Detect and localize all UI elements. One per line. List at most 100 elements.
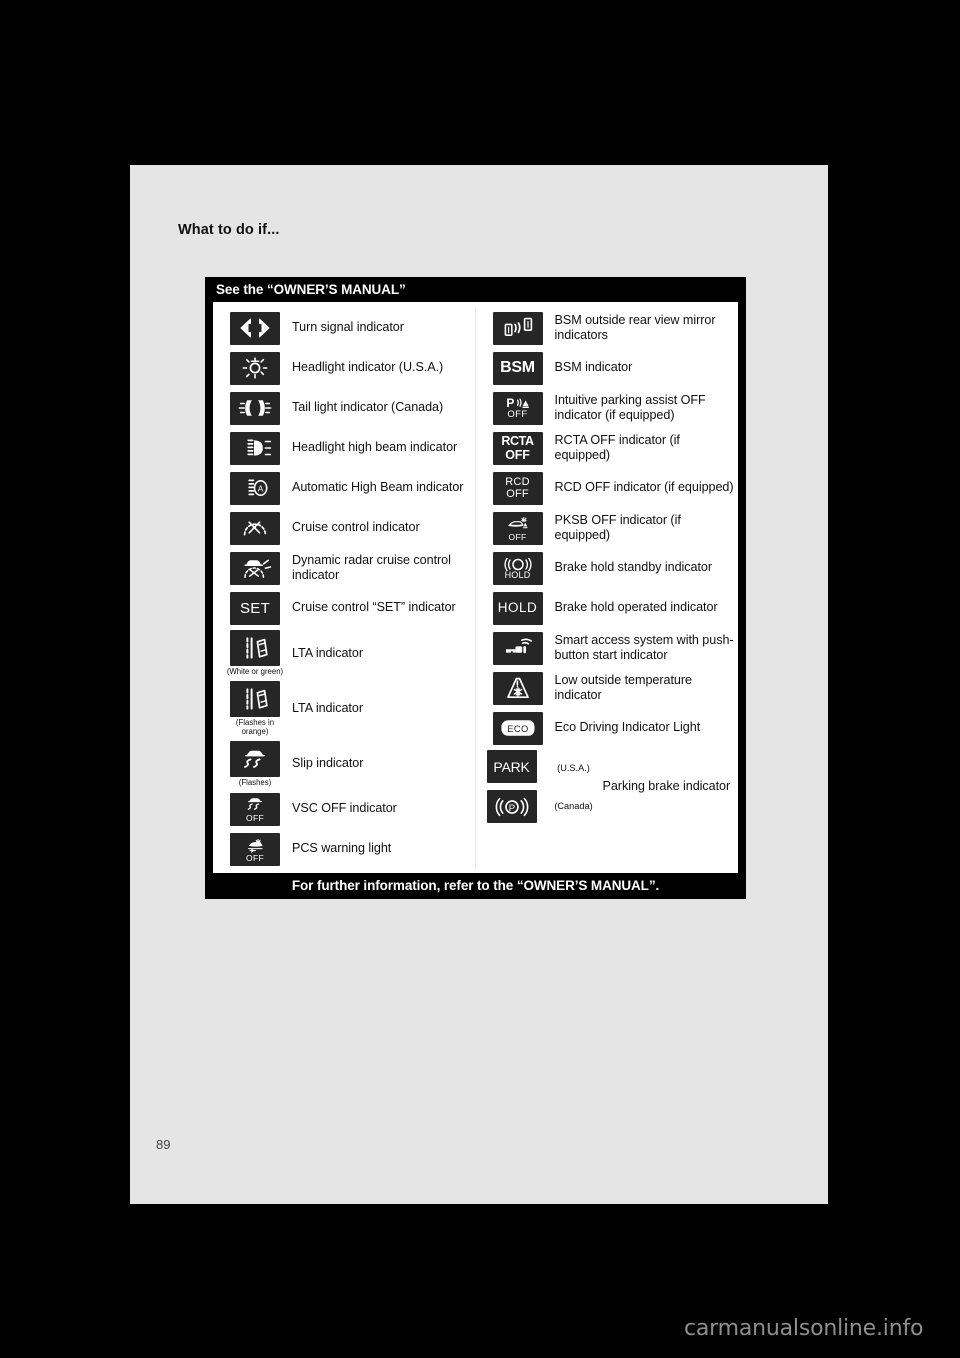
- panel-body: Turn signal indicator Headlight indicator…: [213, 302, 738, 873]
- indicator-icon-wrapper: SET: [224, 591, 286, 625]
- indicator-icon-wrapper: OFF: [487, 511, 549, 545]
- indicator-label: PKSB OFF indicator (if equipped): [554, 512, 681, 543]
- indicator-row: (Flashes in orange) LTA indicator: [217, 679, 475, 739]
- parking-brake-usa-note: (U.S.A.): [557, 762, 590, 773]
- indicator-icon-wrapper: HOLD: [487, 591, 549, 625]
- indicator-label: Automatic High Beam indicator: [292, 480, 464, 495]
- indicator-icon-wrapper: [224, 391, 286, 425]
- indicator-label: Cruise control “SET” indicator: [292, 600, 456, 615]
- indicator-icon-wrapper: (Flashes): [224, 740, 286, 788]
- parking-brake-row: PARK P (U.S.A.) (Canada) Parking brake indic…: [480, 748, 739, 825]
- indicator-icon-wrapper: A: [224, 471, 286, 505]
- indicator-column-right: BSM outside rear view mirror indicators B…: [476, 308, 739, 869]
- cruise-set-icon: SET: [230, 591, 280, 625]
- indicator-row: Tail light indicator (Canada): [217, 388, 475, 428]
- indicator-row: HOLD Brake hold standby indicator: [480, 548, 739, 588]
- indicator-row: Turn signal indicator: [217, 308, 475, 348]
- indicator-label: LTA indicator: [292, 700, 363, 715]
- indicator-label: VSC OFF indicator: [292, 801, 397, 816]
- indicator-row: Low outside temperature indicator: [480, 668, 739, 708]
- lta-flashing-icon: [230, 680, 280, 717]
- indicator-label: Dynamic radar cruise control indicator: [292, 552, 451, 583]
- indicator-row: (Flashes) Slip indicator: [217, 739, 475, 790]
- indicator-label: Brake hold standby indicator: [554, 560, 713, 575]
- headlight-icon: [230, 351, 280, 385]
- high-beam-icon: [230, 431, 280, 465]
- svg-text:P: P: [508, 802, 514, 813]
- pksb-off-icon: OFF: [492, 511, 543, 545]
- indicator-row: RCD OFF RCD OFF indicator (if equipped): [480, 468, 739, 508]
- indicator-label: PCS warning light: [292, 841, 392, 856]
- indicator-icon-wrapper: [487, 671, 549, 705]
- indicator-icon-wrapper: [224, 351, 286, 385]
- indicator-row: P OFF Intuitive parking assist OFF indicat…: [480, 388, 739, 428]
- indicator-row: Headlight indicator (U.S.A.): [217, 348, 475, 388]
- indicator-row: HOLD Brake hold operated indicator: [480, 588, 739, 628]
- indicator-row: OFF PKSB OFF indicator (if equipped): [480, 508, 739, 548]
- indicator-icon-wrapper: HOLD: [487, 551, 549, 585]
- indicator-label: BSM outside rear view mirror indicators: [554, 312, 716, 343]
- indicator-icon-note: (Flashes): [238, 777, 272, 787]
- indicator-row: Headlight high beam indicator: [217, 428, 475, 468]
- indicator-label: Tail light indicator (Canada): [292, 400, 444, 415]
- indicator-label: Eco Driving Indicator Light: [554, 720, 701, 735]
- indicator-label: Headlight high beam indicator: [292, 440, 458, 455]
- slip-icon: [230, 740, 280, 777]
- indicator-label: LTA indicator: [292, 645, 363, 660]
- indicator-row: Smart access system with push-button sta…: [480, 628, 739, 668]
- indicator-row: (White or green) LTA indicator: [217, 628, 475, 679]
- indicator-row: OFF VSC OFF indicator: [217, 789, 475, 829]
- parking-brake-icon-stack: PARK P: [486, 750, 537, 823]
- indicator-label: Smart access system with push-button sta…: [554, 632, 734, 663]
- indicator-label: Turn signal indicator: [292, 320, 404, 335]
- indicator-icon-wrapper: OFF: [224, 792, 286, 826]
- vsc-off-icon: OFF: [230, 792, 280, 826]
- svg-text:A: A: [258, 484, 264, 494]
- cruise-control-icon: [230, 511, 280, 545]
- indicator-label: Intuitive parking assist OFF indicator (…: [554, 392, 706, 423]
- indicator-row: RCTA OFF RCTA OFF indicator (if equipped): [480, 428, 739, 468]
- bsm-icon: BSM: [492, 351, 543, 385]
- indicator-row: A Automatic High Beam indicator: [217, 468, 475, 508]
- indicator-label: RCD OFF indicator (if equipped): [554, 480, 734, 495]
- indicator-label: Headlight indicator (U.S.A.): [292, 360, 444, 375]
- page-number: 89: [156, 1137, 171, 1152]
- indicator-row: BSM outside rear view mirror indicators: [480, 308, 739, 348]
- brake-hold-standby-icon: HOLD: [492, 551, 543, 585]
- tail-light-icon: [230, 391, 280, 425]
- indicator-row: ECO Eco Driving Indicator Light: [480, 708, 739, 748]
- parking-brake-label: Parking brake indicator: [602, 778, 731, 793]
- indicator-row: SET Cruise control “SET” indicator: [217, 588, 475, 628]
- indicator-icon-wrapper: OFF: [224, 832, 286, 866]
- manual-page: What to do if... See the “OWNER’S MANUAL…: [130, 165, 828, 1204]
- rcta-off-icon: RCTA OFF: [492, 431, 543, 465]
- indicator-label: Low outside temperature indicator: [554, 672, 693, 703]
- panel-footer: For further information, refer to the “O…: [291, 878, 660, 893]
- indicator-icon-wrapper: ECO: [487, 711, 549, 745]
- indicator-icon-wrapper: [224, 551, 286, 585]
- smart-access-key-icon: [492, 631, 543, 665]
- indicator-label: BSM indicator: [554, 360, 633, 375]
- indicator-icon-wrapper: (Flashes in orange): [224, 680, 286, 737]
- pcs-warning-icon: OFF: [230, 832, 280, 866]
- parking-brake-canada-note: (Canada): [554, 800, 593, 811]
- indicator-icon-wrapper: (White or green): [224, 630, 286, 677]
- rcd-off-icon: RCD OFF: [492, 471, 543, 505]
- panel-header: See the “OWNER’S MANUAL”: [216, 282, 406, 297]
- svg-text:ECO: ECO: [507, 723, 529, 734]
- parking-brake-p-icon: P: [486, 790, 537, 823]
- automatic-high-beam-icon: A: [230, 471, 280, 505]
- indicator-column-left: Turn signal indicator Headlight indicator…: [213, 308, 476, 869]
- lta-icon: [230, 630, 280, 666]
- site-watermark: carmanualsonline.info: [684, 1316, 924, 1341]
- brake-hold-operated-icon: HOLD: [492, 591, 543, 625]
- bsm-mirror-icon: [492, 311, 543, 345]
- page-title: What to do if...: [178, 222, 280, 238]
- indicator-icon-wrapper: [224, 511, 286, 545]
- indicator-table-panel: See the “OWNER’S MANUAL” Turn signal ind…: [205, 277, 746, 899]
- indicator-icon-wrapper: BSM: [487, 351, 549, 385]
- indicator-row: OFF PCS warning light: [217, 829, 475, 869]
- indicator-icon-wrapper: [224, 431, 286, 465]
- eco-driving-icon: ECO: [492, 711, 543, 745]
- parking-assist-off-icon: P OFF: [492, 391, 543, 425]
